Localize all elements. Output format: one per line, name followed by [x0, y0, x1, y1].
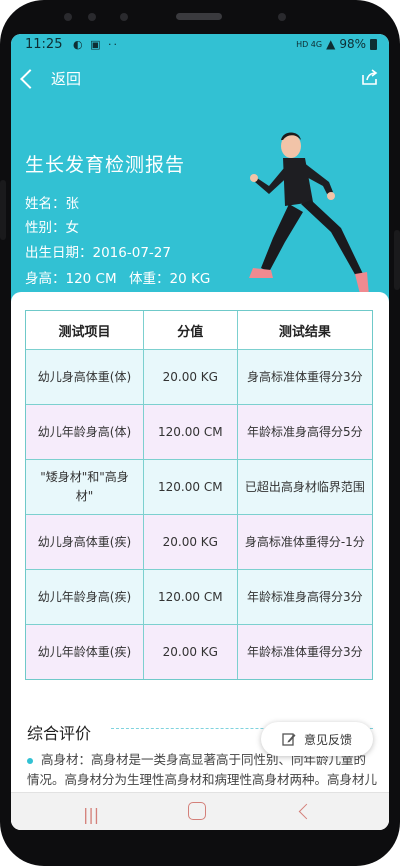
- back-label: 返回: [51, 70, 82, 88]
- power-button: [394, 230, 400, 290]
- row-result: 身高标准体重得分-1分: [236, 514, 374, 570]
- earpiece-speaker: [176, 13, 222, 20]
- app-screen: 11:25 ◐ ▣ ·· HD 4G ▲ 98% 返回 生长发育检测报告 姓名：…: [11, 34, 389, 830]
- row-value: 20.00 KG: [142, 624, 238, 680]
- status-right: HD 4G ▲ 98%: [296, 37, 377, 51]
- notification-icons: ◐ ▣ ··: [73, 38, 119, 51]
- row-result: 已超出高身材临界范围: [236, 459, 374, 515]
- bullet-icon: [27, 757, 33, 764]
- row-result: 年龄标准体重得分3分: [236, 624, 374, 680]
- column-header-result: 测试结果: [236, 310, 374, 350]
- row-item: 幼儿身高体重(体): [25, 349, 144, 405]
- evaluation-title: 综合评价: [27, 724, 92, 743]
- nav-back-icon[interactable]: [298, 803, 315, 820]
- runner-illustration: [249, 132, 369, 298]
- feedback-button[interactable]: 意见反馈: [261, 722, 373, 756]
- row-item: 幼儿年龄身高(体): [25, 404, 144, 460]
- home-icon[interactable]: [188, 802, 206, 820]
- sensor-dot: [88, 13, 96, 21]
- row-item: 幼儿身高体重(疾): [25, 514, 144, 570]
- row-item: "矮身材"和"高身材": [25, 459, 144, 515]
- sensor-dot: [278, 13, 286, 21]
- row-value: 20.00 KG: [142, 514, 238, 570]
- share-icon[interactable]: [361, 68, 379, 86]
- row-value: 120.00 CM: [142, 404, 238, 460]
- status-time: 11:25: [25, 37, 63, 52]
- row-value: 120.00 CM: [142, 459, 238, 515]
- top-bezel: [0, 0, 400, 34]
- phone-frame: 11:25 ◐ ▣ ·· HD 4G ▲ 98% 返回 生长发育检测报告 姓名：…: [0, 0, 400, 866]
- row-value: 20.00 KG: [142, 349, 238, 405]
- edit-icon: [282, 733, 296, 746]
- back-arrow-icon: [20, 68, 40, 89]
- back-button[interactable]: 返回: [19, 68, 81, 89]
- child-name: 姓名：张: [25, 196, 79, 212]
- battery-icon: [370, 38, 377, 50]
- table-header-row: 测试项目 分值 测试结果: [25, 310, 374, 350]
- row-value: 120.00 CM: [142, 569, 238, 625]
- results-table: 测试项目 分值 测试结果 幼儿身高体重(体) 20.00 KG 身高标准体重得分…: [25, 310, 374, 680]
- row-result: 身高标准体重得分3分: [236, 349, 374, 405]
- table-row: 幼儿年龄体重(疾) 20.00 KG 年龄标准体重得分3分: [25, 624, 374, 680]
- row-item: 幼儿年龄身高(疾): [25, 569, 144, 625]
- sensor-dot: [64, 13, 72, 21]
- table-row: 幼儿身高体重(疾) 20.00 KG 身高标准体重得分-1分: [25, 514, 374, 570]
- battery-level: 98%: [339, 37, 366, 51]
- front-camera: [120, 13, 128, 21]
- table-row: 幼儿年龄身高(疾) 120.00 CM 年龄标准身高得分3分: [25, 569, 374, 625]
- feedback-label: 意见反馈: [303, 732, 352, 747]
- signal-icon: ▲: [326, 37, 336, 51]
- system-nav-bar: |||: [11, 792, 389, 830]
- recents-icon[interactable]: |||: [83, 805, 99, 824]
- child-height: 身高：120 CM: [25, 271, 117, 287]
- child-birthdate: 出生日期：2016-07-27: [25, 245, 171, 261]
- status-bar: 11:25 ◐ ▣ ·· HD 4G ▲ 98%: [11, 34, 389, 56]
- row-result: 年龄标准身高得分5分: [236, 404, 374, 460]
- page-title: 生长发育检测报告: [25, 154, 186, 176]
- child-gender: 性别：女: [25, 220, 79, 236]
- row-item: 幼儿年龄体重(疾): [25, 624, 144, 680]
- row-result: 年龄标准身高得分3分: [236, 569, 374, 625]
- network-indicator: HD 4G: [296, 39, 323, 49]
- column-header-item: 测试项目: [25, 310, 144, 350]
- column-header-value: 分值: [142, 310, 238, 350]
- report-card: 测试项目 分值 测试结果 幼儿身高体重(体) 20.00 KG 身高标准体重得分…: [11, 292, 389, 830]
- report-header: 返回 生长发育检测报告 姓名：张 性别：女 出生日期：2016-07-27 身高…: [11, 56, 389, 326]
- volume-button: [0, 180, 6, 240]
- table-row: 幼儿身高体重(体) 20.00 KG 身高标准体重得分3分: [25, 349, 374, 405]
- table-row: 幼儿年龄身高(体) 120.00 CM 年龄标准身高得分5分: [25, 404, 374, 460]
- child-weight: 体重：20 KG: [129, 271, 211, 287]
- table-row: "矮身材"和"高身材" 120.00 CM 已超出高身材临界范围: [25, 459, 374, 515]
